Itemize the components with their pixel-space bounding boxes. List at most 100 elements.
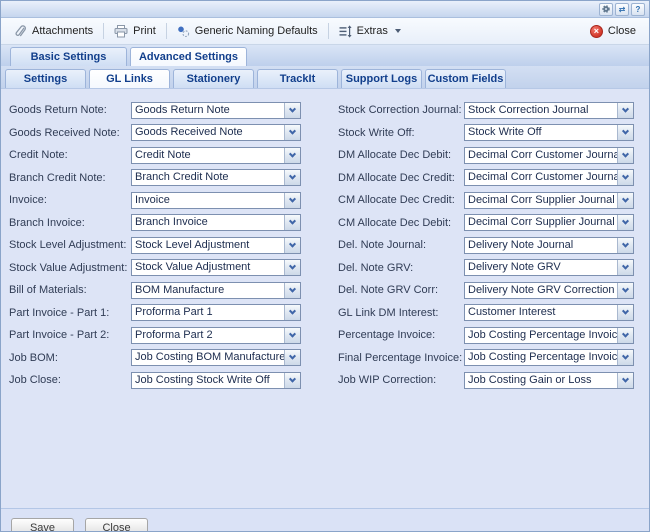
combobox[interactable]: Goods Received Note — [131, 124, 301, 141]
field-label: Invoice: — [9, 194, 131, 206]
extras-list-sort-icon — [339, 25, 352, 38]
combobox[interactable]: Goods Return Note — [131, 102, 301, 119]
combobox[interactable]: Delivery Note GRV Correction — [464, 282, 634, 299]
field-label: DM Allocate Dec Credit: — [338, 172, 464, 184]
combobox-value: Proforma Part 1 — [132, 305, 284, 320]
combobox-dropdown-button[interactable] — [617, 260, 633, 275]
combobox[interactable]: BOM Manufacture — [131, 282, 301, 299]
combobox[interactable]: Job Costing Percentage Invoice — [464, 327, 634, 344]
combobox[interactable]: Proforma Part 1 — [131, 304, 301, 321]
combobox[interactable]: Branch Invoice — [131, 214, 301, 231]
save-button[interactable]: Save — [11, 518, 74, 532]
combobox-dropdown-button[interactable] — [617, 148, 633, 163]
combobox[interactable]: Job Costing Percentage Invoice Fi — [464, 349, 634, 366]
chevron-down-icon — [289, 285, 296, 292]
refresh-icon[interactable]: ⇄ — [615, 3, 629, 16]
combobox-dropdown-button[interactable] — [617, 283, 633, 298]
combobox-dropdown-button[interactable] — [284, 148, 300, 163]
combobox[interactable]: Decimal Corr Supplier Journal Cre — [464, 192, 634, 209]
field-label: GL Link DM Interest: — [338, 307, 464, 319]
tab-trackit[interactable]: TrackIt — [257, 69, 338, 88]
combobox[interactable]: Job Costing Gain or Loss — [464, 372, 634, 389]
gl-links-panel: Goods Return Note:Goods Return NoteGoods… — [1, 89, 649, 509]
combobox[interactable]: Stock Correction Journal — [464, 102, 634, 119]
tab-settings[interactable]: Settings — [5, 69, 86, 88]
field-label: Job WIP Correction: — [338, 374, 464, 386]
combobox[interactable]: Delivery Note GRV — [464, 259, 634, 276]
combobox-dropdown-button[interactable] — [617, 103, 633, 118]
combobox[interactable]: Job Costing BOM Manufacture — [131, 349, 301, 366]
combobox-dropdown-button[interactable] — [617, 125, 633, 140]
combobox-dropdown-button[interactable] — [284, 283, 300, 298]
combobox-dropdown-button[interactable] — [284, 328, 300, 343]
chevron-down-icon — [289, 330, 296, 337]
combobox-dropdown-button[interactable] — [284, 215, 300, 230]
toolbar-separator — [103, 23, 104, 39]
combobox-dropdown-button[interactable] — [617, 305, 633, 320]
tab-gl-links[interactable]: GL Links — [89, 69, 170, 88]
combobox-value: Decimal Corr Supplier Journal Cre — [465, 215, 617, 230]
combobox-dropdown-button[interactable] — [617, 373, 633, 388]
tab-support-logs[interactable]: Support Logs — [341, 69, 422, 88]
attachments-button[interactable]: Attachments — [7, 22, 100, 41]
tab-custom-fields[interactable]: Custom Fields — [425, 69, 506, 88]
combobox-dropdown-button[interactable] — [284, 103, 300, 118]
chevron-down-icon — [622, 150, 629, 157]
field-label: Stock Value Adjustment: — [9, 262, 131, 274]
combobox[interactable]: Job Costing Stock Write Off — [131, 372, 301, 389]
combobox[interactable]: Decimal Corr Supplier Journal Cre — [464, 214, 634, 231]
print-button[interactable]: Print — [107, 22, 163, 41]
form-row: DM Allocate Dec Debit:Decimal Corr Custo… — [338, 146, 634, 164]
combobox-value: Stock Value Adjustment — [132, 260, 284, 275]
form-row: Final Percentage Invoice:Job Costing Per… — [338, 349, 634, 367]
combobox-dropdown-button[interactable] — [617, 350, 633, 365]
combobox-dropdown-button[interactable] — [284, 305, 300, 320]
field-label: Branch Credit Note: — [9, 172, 131, 184]
generic-naming-defaults-button[interactable]: Generic Naming Defaults — [170, 22, 325, 41]
combobox-dropdown-button[interactable] — [284, 193, 300, 208]
footer-close-button[interactable]: Close — [85, 518, 148, 532]
combobox-dropdown-button[interactable] — [284, 170, 300, 185]
combobox[interactable]: Stock Write Off — [464, 124, 634, 141]
combobox[interactable]: Decimal Corr Customer Journal Cr — [464, 169, 634, 186]
combobox[interactable]: Decimal Corr Customer Journal De — [464, 147, 634, 164]
combobox-dropdown-button[interactable] — [284, 238, 300, 253]
combobox[interactable]: Delivery Note Journal — [464, 237, 634, 254]
chevron-down-icon — [289, 218, 296, 225]
close-button[interactable]: × Close — [583, 22, 643, 41]
form-row: Job BOM:Job Costing BOM Manufacture — [9, 349, 301, 367]
combobox-value: Decimal Corr Supplier Journal Cre — [465, 193, 617, 208]
form-row: Goods Received Note:Goods Received Note — [9, 124, 301, 142]
gl-links-left-column: Goods Return Note:Goods Return NoteGoods… — [9, 101, 301, 394]
combobox-dropdown-button[interactable] — [617, 193, 633, 208]
combobox-dropdown-button[interactable] — [617, 215, 633, 230]
form-row: Part Invoice - Part 1:Proforma Part 1 — [9, 304, 301, 322]
field-label: Job Close: — [9, 374, 131, 386]
tab-basic-settings[interactable]: Basic Settings — [10, 47, 127, 66]
combobox-dropdown-button[interactable] — [284, 350, 300, 365]
combobox[interactable]: Customer Interest — [464, 304, 634, 321]
extras-button[interactable]: Extras — [332, 22, 408, 41]
combobox[interactable]: Stock Value Adjustment — [131, 259, 301, 276]
form-row: Del. Note GRV:Delivery Note GRV — [338, 259, 634, 277]
combobox[interactable]: Invoice — [131, 192, 301, 209]
form-row: GL Link DM Interest:Customer Interest — [338, 304, 634, 322]
tab-advanced-settings[interactable]: Advanced Settings — [130, 47, 247, 66]
combobox-value: Goods Received Note — [132, 125, 284, 140]
combobox[interactable]: Branch Credit Note — [131, 169, 301, 186]
chevron-down-icon — [289, 240, 296, 247]
combobox-dropdown-button[interactable] — [617, 328, 633, 343]
gear-icon[interactable] — [599, 3, 613, 16]
combobox[interactable]: Credit Note — [131, 147, 301, 164]
combobox-dropdown-button[interactable] — [284, 260, 300, 275]
combobox[interactable]: Stock Level Adjustment — [131, 237, 301, 254]
combobox-value: Delivery Note Journal — [465, 238, 617, 253]
combobox-dropdown-button[interactable] — [617, 238, 633, 253]
tab-stationery[interactable]: Stationery — [173, 69, 254, 88]
help-icon[interactable]: ? — [631, 3, 645, 16]
combobox-dropdown-button[interactable] — [284, 373, 300, 388]
combobox-value: Invoice — [132, 193, 284, 208]
combobox[interactable]: Proforma Part 2 — [131, 327, 301, 344]
combobox-dropdown-button[interactable] — [617, 170, 633, 185]
combobox-dropdown-button[interactable] — [284, 125, 300, 140]
